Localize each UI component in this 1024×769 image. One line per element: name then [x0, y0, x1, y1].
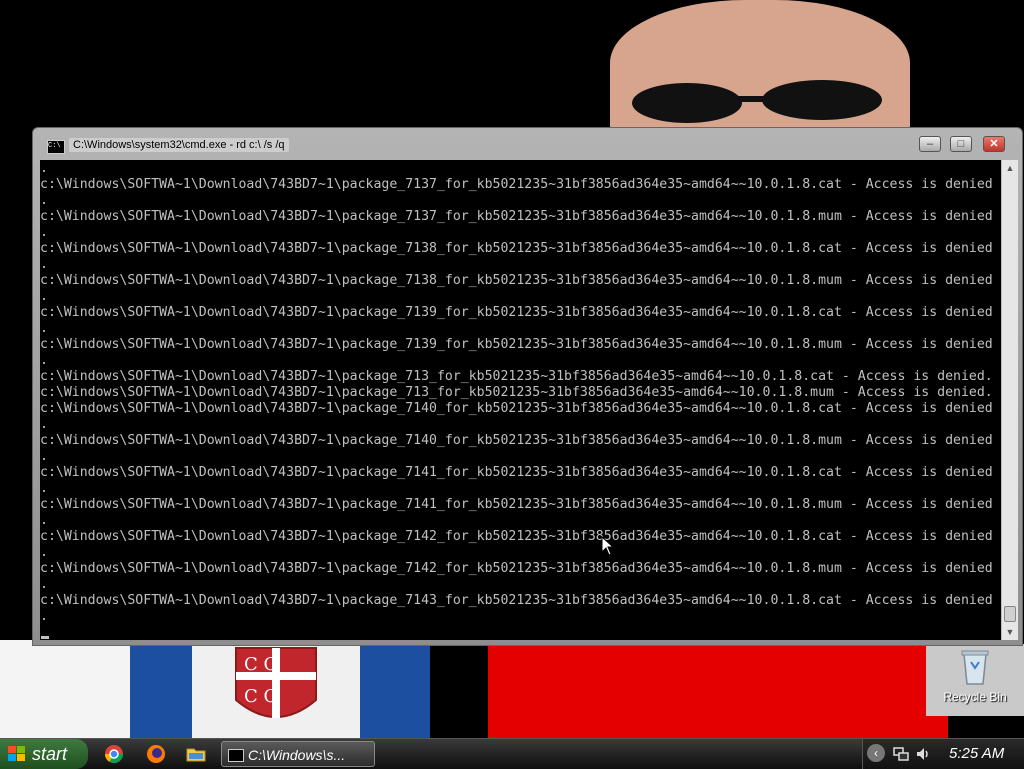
console-line: . [40, 481, 48, 496]
console-line: c:\Windows\SOFTWA~1\Download\743BD7~1\pa… [40, 241, 993, 256]
scroll-up-arrow-icon[interactable]: ▲ [1002, 160, 1018, 176]
console-line: c:\Windows\SOFTWA~1\Download\743BD7~1\pa… [40, 465, 993, 480]
console-line: c:\Windows\SOFTWA~1\Download\743BD7~1\pa… [40, 497, 993, 512]
console-line: . [40, 193, 48, 208]
console-line: . [40, 161, 48, 176]
wallpaper-glasses [632, 80, 882, 123]
console-line: c:\Windows\SOFTWA~1\Download\743BD7~1\pa… [40, 273, 993, 288]
svg-text:C C: C C [244, 654, 277, 675]
minimize-button[interactable]: – [919, 136, 941, 152]
close-button[interactable]: ✕ [983, 136, 1005, 152]
console-line: . [40, 513, 48, 528]
console-line: c:\Windows\SOFTWA~1\Download\743BD7~1\pa… [40, 561, 993, 576]
show-hidden-icons-button[interactable]: ‹ [867, 744, 885, 762]
start-button[interactable]: start [0, 739, 88, 769]
taskbar-cmd-button[interactable]: C:\Windows\s... [221, 741, 375, 767]
cmd-window[interactable]: C:\ C:\Windows\system32\cmd.exe - rd c:\… [32, 127, 1023, 646]
scrollbar-thumb[interactable] [1004, 606, 1016, 622]
console-line: c:\Windows\SOFTWA~1\Download\743BD7~1\pa… [40, 369, 993, 384]
system-tray: ‹ 5:25 AM [862, 739, 1024, 769]
svg-text:C C: C C [244, 686, 277, 707]
console-line: c:\Windows\SOFTWA~1\Download\743BD7~1\pa… [40, 337, 993, 352]
taskbar: start C:\Windows\s... ‹ 5:25 AM [0, 738, 1024, 769]
console-output[interactable]: . c:\Windows\SOFTWA~1\Download\743BD7~1\p… [40, 160, 1001, 640]
firefox-icon[interactable] [146, 744, 166, 764]
console-line: c:\Windows\SOFTWA~1\Download\743BD7~1\pa… [40, 385, 993, 400]
clock[interactable]: 5:25 AM [949, 745, 1004, 762]
vertical-scrollbar[interactable]: ▲ ▼ [1001, 160, 1018, 640]
chrome-icon[interactable] [104, 744, 124, 764]
maximize-button[interactable]: □ [950, 136, 972, 152]
window-title: C:\Windows\system32\cmd.exe - rd c:\ /s … [69, 138, 289, 152]
console-line: . [40, 417, 48, 432]
console-line: c:\Windows\SOFTWA~1\Download\743BD7~1\pa… [40, 433, 993, 448]
start-label: start [32, 744, 68, 764]
wallpaper-red-stripe [488, 640, 948, 738]
title-bar[interactable]: C:\ C:\Windows\system32\cmd.exe - rd c:\… [33, 128, 1022, 160]
scroll-down-arrow-icon[interactable]: ▼ [1002, 624, 1018, 640]
wallpaper-emblem: C C C C [192, 642, 360, 738]
console-line: . [40, 289, 48, 304]
recycle-bin-icon[interactable] [958, 646, 992, 686]
console-line: . [40, 609, 48, 624]
recycle-bin-label[interactable]: Recycle Bin [930, 690, 1020, 704]
mouse-pointer-icon [601, 536, 615, 556]
console-line: c:\Windows\SOFTWA~1\Download\743BD7~1\pa… [40, 177, 993, 192]
console-line: c:\Windows\SOFTWA~1\Download\743BD7~1\pa… [40, 593, 993, 608]
console-line: . [40, 353, 48, 368]
console-line: . [40, 321, 48, 336]
cmd-icon: C:\ [47, 140, 65, 154]
console-line: . [40, 449, 48, 464]
console-line: c:\Windows\SOFTWA~1\Download\743BD7~1\pa… [40, 209, 993, 224]
console-line: c:\Windows\SOFTWA~1\Download\743BD7~1\pa… [40, 305, 993, 320]
console-line: c:\Windows\SOFTWA~1\Download\743BD7~1\pa… [40, 529, 993, 544]
console-line: . [40, 225, 48, 240]
network-icon[interactable] [893, 746, 909, 762]
console-line: . [40, 257, 48, 272]
taskbar-cmd-label: C:\Windows\s... [248, 747, 346, 763]
console-line: . [40, 577, 48, 592]
volume-icon[interactable] [915, 746, 931, 762]
folder-icon[interactable] [186, 744, 206, 764]
text-cursor [41, 636, 49, 639]
windows-logo-icon [8, 746, 25, 761]
cmd-icon [228, 749, 244, 762]
desktop: C C C C Recycle Bin C:\ C:\Windows\syste… [0, 0, 1024, 738]
console-line: c:\Windows\SOFTWA~1\Download\743BD7~1\pa… [40, 401, 993, 416]
console-line: . [40, 545, 48, 560]
